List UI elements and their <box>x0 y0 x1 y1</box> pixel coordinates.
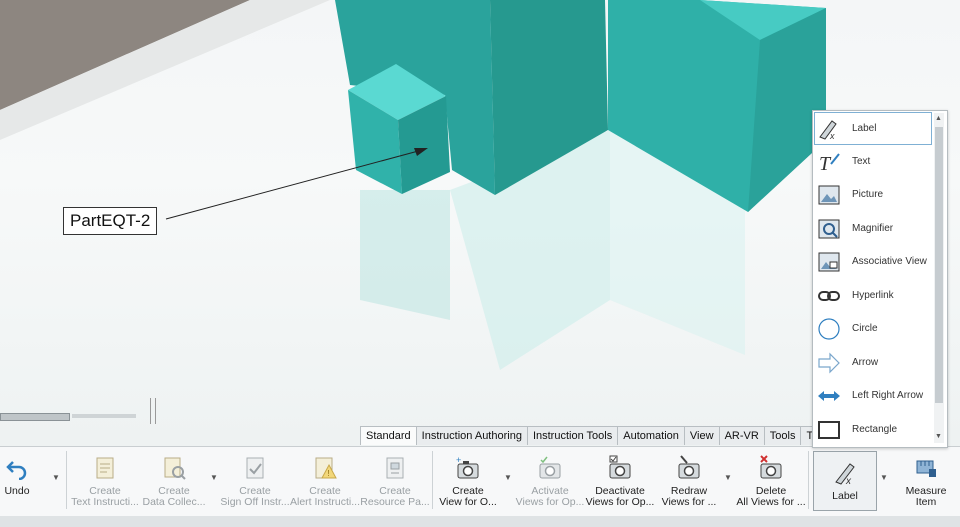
scroll-down-icon[interactable]: ▼ <box>935 433 942 440</box>
create-view-for-operation-button[interactable]: + Create View for O... <box>434 447 502 513</box>
camera-deactivate-icon <box>605 453 635 483</box>
menu-item-magnifier[interactable]: Magnifier <box>815 213 932 244</box>
part-callout-label[interactable]: PartEQT-2 <box>63 207 158 235</box>
horizontal-scrollbar[interactable] <box>0 398 156 424</box>
alert-icon: ! <box>310 453 340 483</box>
svg-text:+: + <box>456 455 461 465</box>
redraw-dropdown-arrow[interactable]: ▼ <box>724 473 732 482</box>
menu-item-label[interactable]: x Label <box>814 112 932 145</box>
rectangle-icon <box>815 416 843 444</box>
tab-standard[interactable]: Standard <box>360 426 417 445</box>
menu-item-left-right-arrow[interactable]: Left Right Arrow <box>815 380 932 411</box>
measure-item-button[interactable]: Measure Item <box>896 447 956 513</box>
hyperlink-icon <box>815 282 843 310</box>
tab-automation[interactable]: Automation <box>617 426 685 445</box>
label-pen-icon: x <box>815 115 843 143</box>
ribbon-toolbar: Undo ▼ Create Text Instructi... Create D… <box>0 446 960 517</box>
svg-text:x: x <box>845 476 852 486</box>
create-data-collection-button[interactable]: Create Data Collec... <box>140 447 208 513</box>
svg-text:x: x <box>829 131 835 141</box>
text-icon: T <box>815 148 843 176</box>
tab-view[interactable]: View <box>683 426 720 445</box>
dropdown-scrollbar[interactable]: ▲ ▼ <box>934 113 944 443</box>
label-pen-icon: x <box>830 458 860 488</box>
redraw-views-button[interactable]: Redraw Views for ... <box>656 447 722 513</box>
picture-icon <box>815 181 843 209</box>
measure-icon <box>911 453 941 483</box>
resource-panel-icon <box>380 453 410 483</box>
svg-text:!: ! <box>328 469 330 478</box>
menu-item-hyperlink[interactable]: Hyperlink <box>815 280 932 311</box>
delete-all-views-button[interactable]: Delete All Views for ... <box>736 447 806 513</box>
scroll-up-icon[interactable]: ▲ <box>935 115 942 122</box>
create-text-instruction-button[interactable]: Create Text Instructi... <box>70 447 140 513</box>
splitter-handle[interactable] <box>150 398 156 424</box>
left-right-arrow-icon <box>815 382 843 410</box>
menu-item-rectangle[interactable]: Rectangle <box>815 414 932 445</box>
create-view-dropdown-arrow[interactable]: ▼ <box>504 473 512 482</box>
menu-item-arrow[interactable]: Arrow <box>815 347 932 378</box>
label-button[interactable]: x Label <box>813 451 877 511</box>
activate-views-button[interactable]: Activate Views for Op... <box>516 447 584 513</box>
label-dropdown-arrow[interactable]: ▼ <box>880 473 888 482</box>
signoff-icon <box>240 453 270 483</box>
scrollbar-thumb[interactable] <box>0 413 70 421</box>
camera-redraw-icon <box>674 453 704 483</box>
circle-icon <box>815 315 843 343</box>
undo-dropdown-arrow[interactable]: ▼ <box>52 473 60 482</box>
menu-item-picture[interactable]: Picture <box>815 179 932 210</box>
menu-item-associative-view[interactable]: Associative View <box>815 246 932 277</box>
camera-activate-icon <box>535 453 565 483</box>
menu-item-text[interactable]: T Text <box>815 146 932 177</box>
create-signoff-instruction-button[interactable]: Create Sign Off Instr... <box>220 447 290 513</box>
tab-instruction-authoring[interactable]: Instruction Authoring <box>415 426 528 445</box>
undo-icon <box>2 453 32 483</box>
associative-view-icon <box>815 248 843 276</box>
arrow-icon <box>815 349 843 377</box>
menu-item-circle[interactable]: Circle <box>815 313 932 344</box>
data-collection-dropdown-arrow[interactable]: ▼ <box>210 473 218 482</box>
ribbon-tabs: Standard Instruction Authoring Instructi… <box>360 426 822 446</box>
deactivate-views-button[interactable]: Deactivate Views for Op... <box>584 447 656 513</box>
dropdown-scroll-thumb[interactable] <box>935 127 943 403</box>
label-dropdown-menu: x Label T Text Picture Magnifier Associa… <box>812 110 948 448</box>
text-instruction-icon <box>90 453 120 483</box>
create-resource-panel-button[interactable]: Create Resource Pa... <box>360 447 430 513</box>
tab-instruction-tools[interactable]: Instruction Tools <box>526 426 619 445</box>
camera-add-icon: + <box>453 453 483 483</box>
tab-ar-vr[interactable]: AR-VR <box>718 426 765 445</box>
status-strip <box>0 516 960 527</box>
create-alert-instruction-button[interactable]: ! Create Alert Instructi... <box>290 447 360 513</box>
data-collection-icon <box>159 453 189 483</box>
magnifier-icon <box>815 215 843 243</box>
undo-button[interactable]: Undo <box>0 447 34 513</box>
svg-text:T: T <box>819 153 832 174</box>
camera-delete-icon <box>756 453 786 483</box>
tab-tools[interactable]: Tools <box>763 426 802 445</box>
